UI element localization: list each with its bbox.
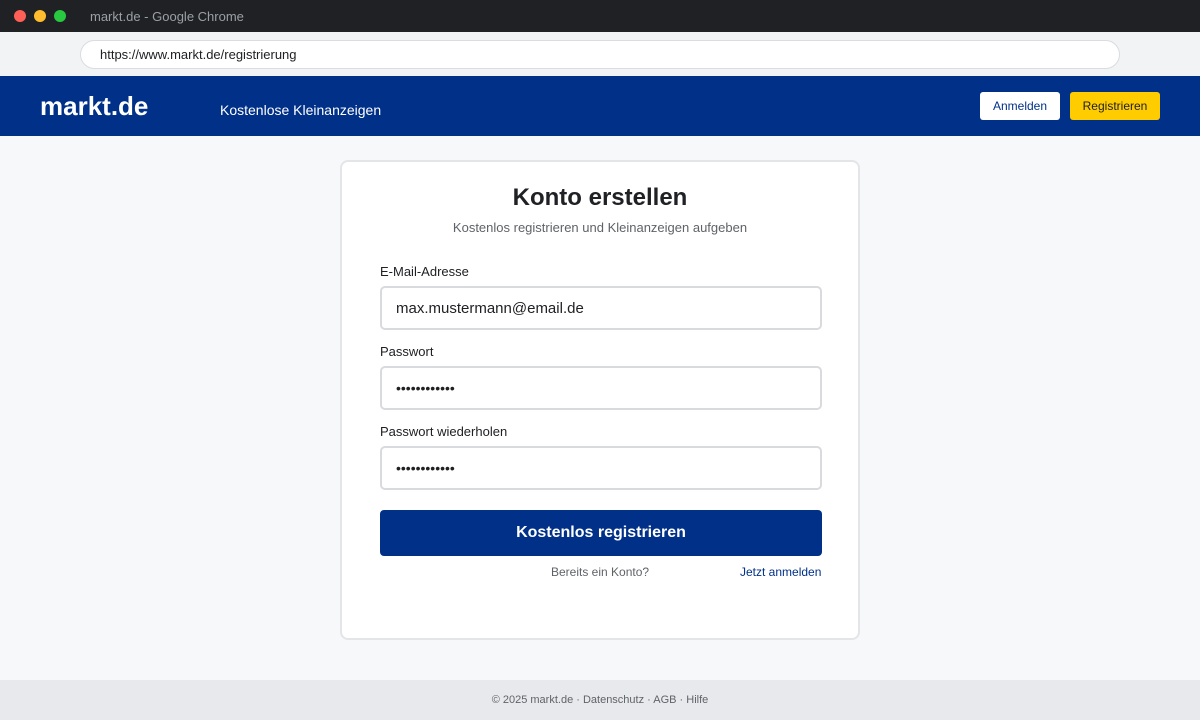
minimize-window-button[interactable] — [34, 10, 46, 22]
footer-text: © 2025 markt.de · Datenschutz · AGB · Hi… — [491, 694, 709, 706]
header-login-button[interactable]: Anmelden — [980, 92, 1060, 120]
email-label: E-Mail-Adresse — [380, 264, 469, 279]
password-label: Passwort — [380, 344, 434, 359]
site-footer: © 2025 markt.de · Datenschutz · AGB · Hi… — [0, 680, 1200, 720]
form-subtitle: Kostenlos registrieren und Kleinanzeigen… — [452, 220, 748, 235]
password-repeat-field[interactable] — [380, 446, 822, 490]
form-title: Konto erstellen — [512, 184, 688, 211]
site-tagline: Kostenlose Kleinanzeigen — [220, 102, 382, 118]
window-title: markt.de - Google Chrome — [90, 9, 244, 24]
existing-account-text: Bereits ein Konto? — [551, 565, 650, 579]
address-bar[interactable]: https://www.markt.de/registrierung — [80, 40, 1120, 69]
site-header: markt.de Kostenlose Kleinanzeigen Anmeld… — [0, 76, 1200, 136]
browser-toolbar: https://www.markt.de/registrierung — [0, 32, 1200, 76]
close-window-button[interactable] — [14, 10, 26, 22]
password-field[interactable] — [380, 366, 822, 410]
login-link[interactable]: Jetzt anmelden — [740, 565, 821, 579]
email-field[interactable] — [380, 286, 822, 330]
register-submit-button[interactable]: Kostenlos registrieren — [380, 510, 822, 556]
registration-card: Konto erstellen Kostenlos registrieren u… — [340, 160, 860, 640]
site-logo[interactable]: markt.de — [40, 91, 148, 122]
maximize-window-button[interactable] — [54, 10, 66, 22]
password-repeat-label: Passwort wiederholen — [380, 424, 508, 439]
address-bar-url[interactable]: https://www.markt.de/registrierung — [100, 47, 297, 62]
window-titlebar: markt.de - Google Chrome — [0, 0, 1200, 32]
header-register-button[interactable]: Registrieren — [1070, 92, 1160, 120]
